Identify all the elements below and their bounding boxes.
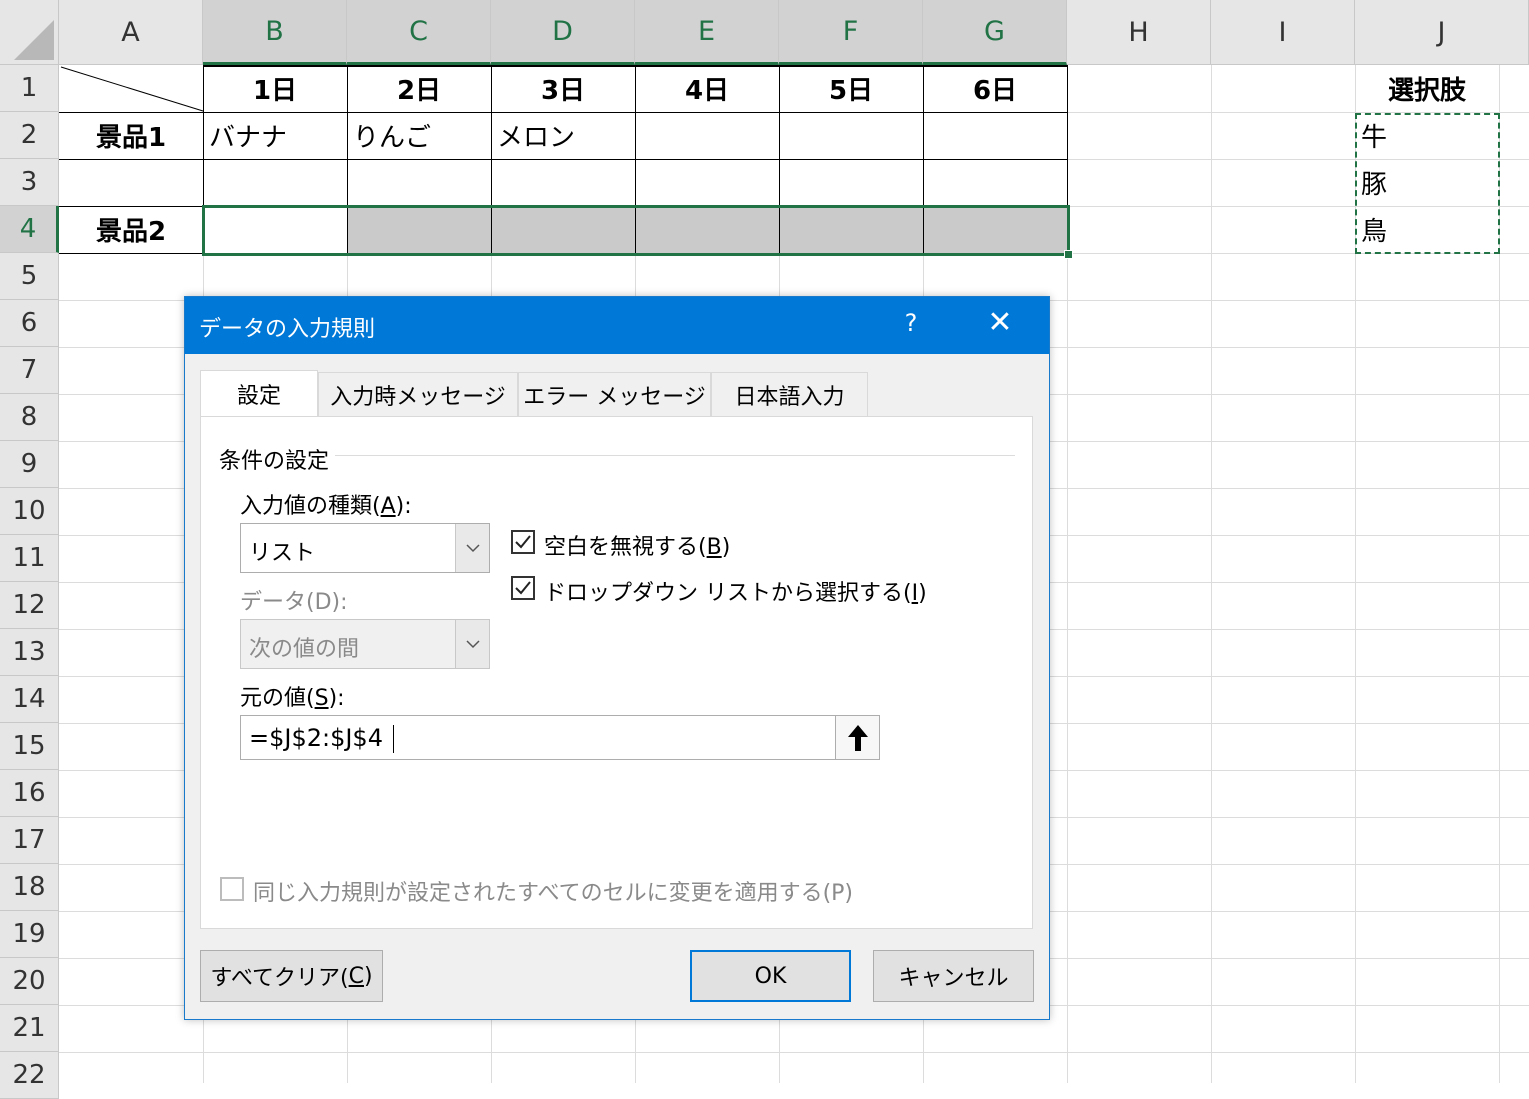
row-header-11[interactable]: 11: [0, 535, 59, 582]
column-header-e[interactable]: E: [635, 0, 779, 65]
tab-input-message[interactable]: 入力時メッセージ: [318, 372, 518, 416]
cell-d2[interactable]: メロン: [491, 112, 635, 159]
dropdown-checkbox[interactable]: [511, 576, 535, 600]
checkmark-icon: [515, 581, 531, 595]
cell-b2[interactable]: バナナ: [203, 112, 347, 159]
ignore-blank-label[interactable]: 空白を無視する(B): [544, 529, 730, 561]
row-header-1[interactable]: 1: [0, 65, 59, 112]
fill-handle[interactable]: [1064, 250, 1073, 259]
data-label: データ(D):: [240, 590, 348, 615]
row-header-3[interactable]: 3: [0, 159, 59, 206]
gridline: [1211, 65, 1212, 1083]
allow-label: 入力値の種類(A):: [240, 494, 412, 519]
row-header-15[interactable]: 15: [0, 723, 59, 770]
ignore-blank-checkbox[interactable]: [511, 530, 535, 554]
row-header-20[interactable]: 20: [0, 958, 59, 1005]
row-header-16[interactable]: 16: [0, 770, 59, 817]
chevron-down-icon[interactable]: [455, 524, 489, 572]
row-header-12[interactable]: 12: [0, 582, 59, 629]
row-header-6[interactable]: 6: [0, 300, 59, 347]
allow-select-value: リスト: [249, 541, 316, 566]
ok-button[interactable]: OK: [690, 950, 851, 1002]
source-label: 元の値(S):: [240, 686, 345, 711]
data-select: 次の値の間: [240, 619, 490, 669]
dropdown-label[interactable]: ドロップダウン リストから選択する(I): [544, 575, 927, 607]
row-header-4[interactable]: 4: [0, 206, 59, 253]
copy-marquee: [1355, 113, 1500, 254]
header-day-2[interactable]: 2日: [347, 65, 491, 112]
cancel-button[interactable]: キャンセル: [873, 950, 1034, 1002]
options-title-cell[interactable]: 選択肢: [1355, 65, 1499, 112]
help-button[interactable]: ?: [897, 309, 925, 337]
tab-error-message[interactable]: エラー メッセージ: [518, 372, 711, 416]
gridline: [59, 1052, 1529, 1053]
selection-range[interactable]: [202, 205, 1070, 256]
header-day-5[interactable]: 5日: [779, 65, 923, 112]
table-border: [59, 159, 1068, 160]
arrow-up-icon: [847, 724, 868, 751]
allow-select[interactable]: リスト: [240, 523, 490, 573]
row-header-19[interactable]: 19: [0, 911, 59, 958]
row-header-5[interactable]: 5: [0, 253, 59, 300]
text-cursor: [393, 725, 394, 753]
row-header-18[interactable]: 18: [0, 864, 59, 911]
header-day-4[interactable]: 4日: [635, 65, 779, 112]
select-all-corner[interactable]: [0, 0, 59, 65]
apply-all-checkbox: [220, 877, 244, 901]
close-button[interactable]: ✕: [985, 305, 1015, 340]
cell-c2[interactable]: りんご: [347, 112, 491, 159]
row-header-10[interactable]: 10: [0, 488, 59, 535]
column-header-g[interactable]: G: [923, 0, 1067, 65]
column-header-b[interactable]: B: [203, 0, 347, 65]
column-header-a[interactable]: A: [59, 0, 203, 65]
dialog-title-bar[interactable]: データの入力規則 ? ✕: [185, 297, 1049, 354]
group-title: 条件の設定: [219, 449, 330, 474]
row-header-22[interactable]: 22: [0, 1052, 59, 1099]
header-day-1[interactable]: 1日: [203, 65, 347, 112]
collapse-dialog-button[interactable]: [835, 716, 879, 759]
column-header-d[interactable]: D: [491, 0, 635, 65]
clear-all-button[interactable]: すべてクリア(C): [200, 950, 383, 1002]
row-header-9[interactable]: 9: [0, 441, 59, 488]
prize2-label-cell[interactable]: 景品2: [59, 206, 203, 253]
row-header-21[interactable]: 21: [0, 1005, 59, 1052]
data-validation-dialog: データの入力規則 ? ✕ 設定 入力時メッセージ エラー メッセージ 日本語入力…: [184, 296, 1050, 1020]
column-header-c[interactable]: C: [347, 0, 491, 65]
row-header-17[interactable]: 17: [0, 817, 59, 864]
row-header-13[interactable]: 13: [0, 629, 59, 676]
header-day-6[interactable]: 6日: [923, 65, 1067, 112]
row-header-2[interactable]: 2: [0, 112, 59, 159]
checkmark-icon: [515, 535, 531, 549]
tab-ime-mode[interactable]: 日本語入力: [711, 372, 868, 416]
tab-settings[interactable]: 設定: [200, 370, 318, 417]
row-header-8[interactable]: 8: [0, 394, 59, 441]
column-header-j[interactable]: J: [1355, 0, 1529, 65]
header-day-3[interactable]: 3日: [491, 65, 635, 112]
column-header-i[interactable]: I: [1211, 0, 1355, 65]
column-header-f[interactable]: F: [779, 0, 923, 65]
diagonal-line: [60, 66, 204, 112]
row-header-7[interactable]: 7: [0, 347, 59, 394]
data-select-value: 次の値の間: [249, 637, 360, 662]
chevron-down-icon: [455, 620, 489, 668]
table-border: [59, 253, 204, 254]
row-header-14[interactable]: 14: [0, 676, 59, 723]
dialog-title: データの入力規則: [199, 317, 376, 342]
source-input[interactable]: =$J$2:$J$4: [240, 715, 880, 760]
column-header-h[interactable]: H: [1067, 0, 1211, 65]
source-value: =$J$2:$J$4: [249, 724, 383, 752]
apply-all-label: 同じ入力規則が設定されたすべてのセルに変更を適用する(P): [253, 881, 854, 906]
prize1-label-cell[interactable]: 景品1: [59, 112, 203, 159]
group-divider: [335, 455, 1015, 456]
